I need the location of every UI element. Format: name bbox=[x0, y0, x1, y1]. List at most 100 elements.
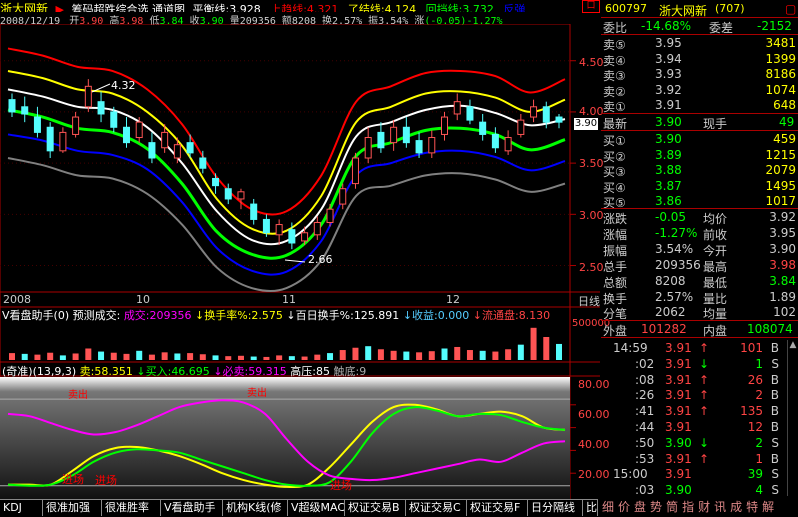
volume-bar bbox=[263, 356, 270, 360]
tick-price: 3.90 bbox=[665, 483, 692, 498]
tick-price: 3.91 bbox=[665, 356, 692, 371]
candle-body bbox=[402, 126, 410, 144]
stat-value-2: 3.84 bbox=[769, 273, 796, 288]
volume-bar bbox=[505, 349, 512, 360]
tick-price: 3.91 bbox=[665, 467, 692, 482]
candle-body bbox=[110, 111, 118, 128]
volume-bar bbox=[34, 354, 41, 360]
tick-arrow: ↑ bbox=[699, 451, 710, 466]
volume-bar bbox=[9, 353, 15, 360]
candle-body bbox=[262, 218, 270, 234]
outer-value: 101282 bbox=[641, 322, 687, 336]
kdj-must-value: 59.315 bbox=[248, 365, 287, 378]
chart-area[interactable] bbox=[0, 24, 600, 499]
tick-row: :03 3.90 4 S bbox=[601, 482, 787, 498]
volume-bar bbox=[85, 348, 92, 360]
volume-bar bbox=[47, 352, 54, 360]
window-box[interactable]: 口 bbox=[582, 0, 600, 13]
ask-volume: 648 bbox=[773, 98, 796, 113]
tick-row: 14:59 3.91 ↑ 101 B bbox=[601, 340, 787, 356]
bid-price: 3.90 bbox=[655, 132, 682, 146]
candle-body bbox=[542, 106, 550, 123]
ask-row[interactable]: 卖④ 3.94 1399 bbox=[601, 51, 798, 68]
price-tag: 3.90 bbox=[574, 118, 598, 130]
candle-body bbox=[135, 121, 143, 139]
tick-volume: 12 bbox=[747, 420, 763, 434]
ask-row[interactable]: 卖③ 3.93 8186 bbox=[601, 66, 798, 83]
bid-row[interactable]: 买① 3.90 459 bbox=[601, 131, 798, 148]
tick-time: :50 bbox=[635, 435, 655, 450]
tab-v-kanpan[interactable]: V看盘助手 bbox=[161, 499, 223, 516]
quote-header: 600797 浙大网新 (707) ▢ bbox=[601, 1, 798, 18]
candle-body bbox=[517, 119, 525, 135]
candle-body bbox=[72, 116, 80, 135]
y-tick-main-3: 3.00 bbox=[579, 209, 604, 222]
tab-henzhun-jq[interactable]: 很准加强 bbox=[43, 499, 102, 516]
kdj-enter-mark-1: 进场 bbox=[95, 474, 117, 487]
candle-body bbox=[84, 85, 92, 108]
tick-side: S bbox=[771, 483, 779, 498]
quote-count: (707) bbox=[715, 2, 745, 15]
tab-henzhun-sl[interactable]: 很准胜率 bbox=[102, 499, 161, 516]
tick-scrollbar[interactable]: ▲ bbox=[787, 340, 798, 496]
bid-row[interactable]: 买② 3.89 1215 bbox=[601, 147, 798, 164]
bid-price: 3.87 bbox=[655, 178, 682, 193]
tick-arrow: ↓ bbox=[699, 435, 710, 450]
ask-row[interactable]: 卖① 3.91 648 bbox=[601, 97, 798, 114]
bid-row[interactable]: 买③ 3.88 2079 bbox=[601, 162, 798, 179]
volume-bar bbox=[98, 351, 105, 360]
low-price-label: 2.66 bbox=[308, 253, 333, 266]
candle-body bbox=[364, 137, 372, 159]
vol-hundred-value: 125.891 bbox=[353, 309, 400, 322]
vol-float-label: 流通盘: bbox=[481, 309, 519, 322]
tick-time: :03 bbox=[635, 483, 655, 498]
candle-body bbox=[21, 106, 29, 115]
bid-row[interactable]: 买④ 3.87 1495 bbox=[601, 178, 798, 195]
tab-quanzheng-f[interactable]: 权证交易F bbox=[467, 499, 528, 516]
down-value: 4.124 bbox=[384, 3, 417, 12]
volume-bar bbox=[543, 337, 550, 360]
candle-body bbox=[173, 144, 181, 159]
kdj-high-label: 高压: bbox=[290, 365, 316, 378]
kdj-sell-mark-1: 卖出 bbox=[247, 388, 267, 399]
candle-body bbox=[453, 101, 461, 115]
wc-value: -2152 bbox=[757, 19, 792, 33]
kdj-enter-mark-2: 进场 bbox=[330, 479, 352, 492]
volume-bar bbox=[517, 344, 524, 360]
tick-side: S bbox=[771, 356, 779, 371]
tab-quanzheng-c[interactable]: 权证交易C bbox=[406, 499, 467, 516]
play-icon[interactable]: ▶ bbox=[56, 3, 64, 12]
candle-body bbox=[466, 106, 474, 121]
volume-bar bbox=[288, 356, 295, 360]
ask-row[interactable]: 卖② 3.92 1074 bbox=[601, 82, 798, 99]
tab-v-macd[interactable]: V超级MACD bbox=[288, 499, 345, 516]
tab-rifenge[interactable]: 日分隔线 bbox=[528, 499, 583, 516]
tick-price: 3.91 bbox=[665, 372, 692, 387]
ask-volume: 1399 bbox=[765, 51, 796, 66]
candle-body bbox=[288, 229, 296, 244]
vol-turn-label: 换手率%: bbox=[204, 309, 252, 322]
tick-volume: 1 bbox=[755, 451, 763, 466]
ma-label: 平衡线: bbox=[192, 3, 230, 12]
tab-jigou-k[interactable]: 机构K线(修 bbox=[223, 499, 288, 516]
volume-bar bbox=[428, 351, 435, 360]
ask-volume: 8186 bbox=[765, 67, 796, 82]
stat-row: 分笔 2062 均量 102 bbox=[601, 304, 798, 321]
tick-volume: 101 bbox=[740, 341, 763, 355]
tab-bi[interactable]: 比 bbox=[583, 499, 598, 516]
stock-name[interactable]: 浙大网新 bbox=[0, 2, 48, 12]
ask-row[interactable]: 卖⑤ 3.95 3481 bbox=[601, 35, 798, 52]
tab-kdj[interactable]: KDJ bbox=[0, 499, 43, 516]
candle-body bbox=[237, 191, 245, 200]
tick-arrow: ↑ bbox=[699, 372, 710, 387]
stat-row: 总手 209356 最高 3.98 bbox=[601, 257, 798, 274]
volume-bar bbox=[365, 346, 372, 360]
bid-row[interactable]: 买⑤ 3.86 1017 bbox=[601, 193, 798, 210]
candle-body bbox=[530, 106, 538, 118]
volume-bar bbox=[416, 352, 423, 360]
scroll-up-icon[interactable]: ▲ bbox=[788, 340, 798, 350]
tab-quanzheng-b[interactable]: 权证交易B bbox=[345, 499, 406, 516]
stat-value: -0.05 bbox=[655, 210, 687, 224]
vol-float-value: 8.130 bbox=[518, 309, 551, 322]
quote-close-icon[interactable]: ▢ bbox=[785, 2, 796, 16]
